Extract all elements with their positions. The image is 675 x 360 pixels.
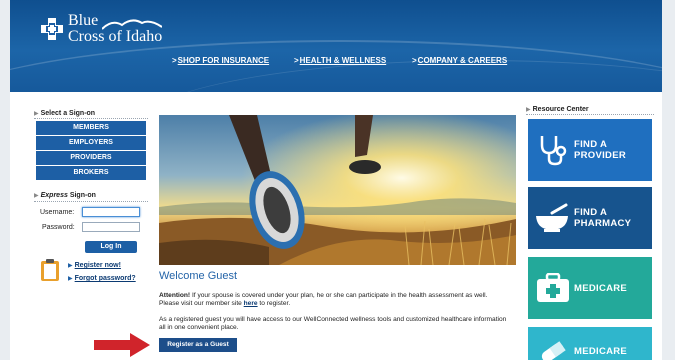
- pill-icon: [541, 341, 566, 360]
- login-button[interactable]: Log In: [85, 241, 137, 253]
- tile-provider-line2: PROVIDER: [574, 150, 627, 161]
- tile-provider-line1: FIND A: [574, 139, 608, 150]
- tile-pharmacy-line1: FIND A: [574, 207, 608, 218]
- tile-pharmacy-line2: PHARMACY: [574, 218, 632, 229]
- brand-logo[interactable]: Blue Cross of Idaho: [40, 13, 200, 54]
- hero-image: [159, 115, 516, 265]
- tile-medicare-2[interactable]: MEDICARE: [528, 327, 652, 360]
- brand-line-2: Cross of Idaho: [68, 28, 163, 45]
- site-header: Blue Cross of Idaho >SHOP FOR INSURANCE …: [10, 0, 662, 92]
- tile-find-pharmacy[interactable]: FIND A PHARMACY: [528, 187, 652, 249]
- clipboard-icon: [41, 259, 59, 281]
- username-input[interactable]: [82, 207, 140, 217]
- stethoscope-icon: [540, 136, 567, 166]
- forgot-password-link[interactable]: Forgot password?: [75, 275, 136, 282]
- guest-paragraph: As a registered guest you will have acce…: [159, 316, 507, 331]
- attention-paragraph: Attention! If your spouse is covered und…: [159, 292, 488, 307]
- register-now-line: ▶ Register now!: [68, 262, 121, 269]
- tile-find-provider[interactable]: FIND A PROVIDER: [528, 119, 652, 181]
- signon-menu: MEMBERS EMPLOYERS PROVIDERS BROKERS: [36, 121, 146, 181]
- welcome-title: Welcome Guest: [159, 270, 238, 282]
- runner-photo: [159, 115, 516, 265]
- tile-medicare-2-label: MEDICARE: [574, 346, 628, 357]
- signon-employers-button[interactable]: EMPLOYERS: [36, 136, 146, 150]
- mortar-pestle-icon: [536, 203, 568, 232]
- forgot-password-line: ▶ Forgot password?: [68, 275, 136, 282]
- main-nav: >SHOP FOR INSURANCE >HEALTH & WELLNESS >…: [10, 56, 662, 70]
- register-now-link[interactable]: Register now!: [75, 262, 121, 269]
- signon-brokers-button[interactable]: BROKERS: [36, 166, 146, 180]
- resource-center-heading: ▶ Resource Center: [526, 106, 589, 113]
- medical-kit-icon: [537, 273, 569, 302]
- nav-shop-insurance[interactable]: >SHOP FOR INSURANCE: [172, 56, 269, 65]
- express-signon-heading: ▶ Express Sign-on: [34, 192, 96, 199]
- tile-medicare[interactable]: MEDICARE: [528, 257, 652, 319]
- signon-members-button[interactable]: MEMBERS: [36, 121, 146, 135]
- password-input[interactable]: [82, 222, 140, 232]
- password-label: Password:: [42, 224, 75, 231]
- mountain-logo-icon: [102, 19, 162, 30]
- nav-company-careers[interactable]: >COMPANY & CAREERS: [412, 56, 507, 65]
- select-signon-heading: ▶ Select a Sign-on: [34, 110, 96, 117]
- signon-providers-button[interactable]: PROVIDERS: [36, 151, 146, 165]
- tile-medicare-label: MEDICARE: [574, 283, 628, 294]
- register-as-guest-button[interactable]: Register as a Guest: [159, 338, 237, 352]
- page: Blue Cross of Idaho >SHOP FOR INSURANCE …: [10, 0, 662, 360]
- red-arrow-icon: [94, 333, 150, 357]
- nav-health-wellness[interactable]: >HEALTH & WELLNESS: [294, 56, 386, 65]
- blue-cross-shield-icon: [41, 18, 63, 40]
- username-label: Username:: [40, 209, 75, 216]
- member-site-here-link[interactable]: here: [244, 300, 258, 307]
